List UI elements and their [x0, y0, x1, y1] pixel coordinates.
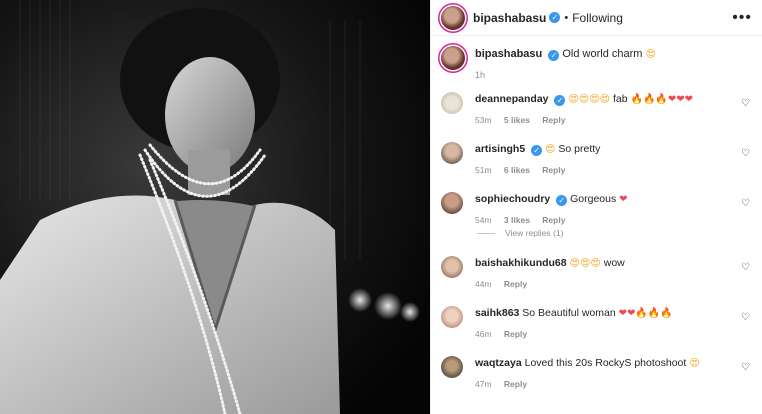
- commenter-avatar[interactable]: [441, 306, 463, 328]
- reply-button[interactable]: Reply: [542, 215, 565, 225]
- comment-time[interactable]: 51m: [475, 165, 492, 175]
- comment-text: So pretty: [558, 143, 601, 155]
- comment-text: wow: [603, 257, 625, 269]
- more-options-icon[interactable]: •••: [732, 9, 752, 27]
- verified-badge-icon: ✓: [549, 12, 561, 23]
- post-caption: bipashabasu ✓ Old world charm 😍 1h: [431, 36, 762, 84]
- comment-body: saihk863 So Beautiful woman ❤❤🔥🔥🔥 46m Re…: [475, 306, 673, 348]
- verified-badge-icon: ✓: [531, 145, 543, 156]
- author-username[interactable]: bipashabasu: [473, 11, 546, 25]
- caption-avatar[interactable]: [441, 46, 465, 70]
- comments-list: deannepanday ✓ 😍😍😍😍 fab 🔥🔥🔥❤❤❤ 53m 5 lik…: [431, 84, 762, 398]
- heart-outline-icon[interactable]: ♡: [741, 148, 750, 159]
- commenter-avatar[interactable]: [441, 192, 463, 214]
- comment-body: waqtzaya Loved this 20s RockyS photoshoo…: [475, 356, 700, 398]
- comment-emoji: 😍😍😍: [569, 258, 601, 269]
- commenter-avatar[interactable]: [441, 92, 463, 114]
- post-photo[interactable]: [0, 0, 430, 414]
- comment-text: Gorgeous: [570, 193, 617, 205]
- commenter-avatar[interactable]: [441, 256, 463, 278]
- comment-emoji: 😍: [689, 358, 700, 369]
- comment-emoji: 🔥🔥🔥❤❤❤: [630, 94, 694, 105]
- comment-body: sophiechoudry ✓ Gorgeous ❤ 54m 3 likes R…: [475, 192, 628, 234]
- comment-item: sophiechoudry ✓ Gorgeous ❤ 54m 3 likes R…: [441, 184, 752, 234]
- post-header: bipashabasu ✓ • Following •••: [431, 0, 762, 36]
- comment-meta: 53m 5 likes Reply: [475, 113, 693, 127]
- caption-username[interactable]: bipashabasu: [475, 48, 542, 60]
- heart-outline-icon[interactable]: ♡: [741, 98, 750, 109]
- comment-item: artisingh5 ✓ 😍 So pretty 51m 6 likes Rep…: [441, 134, 752, 184]
- commenter-avatar[interactable]: [441, 142, 463, 164]
- comment-likes[interactable]: 3 likes: [504, 215, 530, 225]
- comment-body: baishakhikundu68 😍😍😍 wow 44m Reply: [475, 256, 625, 298]
- comment-time[interactable]: 53m: [475, 115, 492, 125]
- comment-username[interactable]: saihk863: [475, 307, 519, 319]
- reply-button[interactable]: Reply: [504, 329, 527, 339]
- comment-emoji: 😍😍😍😍: [568, 94, 611, 105]
- comment-item: deannepanday ✓ 😍😍😍😍 fab 🔥🔥🔥❤❤❤ 53m 5 lik…: [441, 84, 752, 134]
- commenter-avatar[interactable]: [441, 356, 463, 378]
- comment-time[interactable]: 46m: [475, 329, 492, 339]
- comment-item: baishakhikundu68 😍😍😍 wow 44m Reply ♡: [441, 248, 752, 298]
- comment-item: waqtzaya Loved this 20s RockyS photoshoo…: [441, 348, 752, 398]
- reply-button[interactable]: Reply: [504, 379, 527, 389]
- header-separator: •: [564, 11, 569, 24]
- comment-meta: 47m Reply: [475, 377, 700, 391]
- comment-text: Loved this 20s RockyS photoshoot: [524, 357, 687, 369]
- comment-likes[interactable]: 5 likes: [504, 115, 530, 125]
- comment-username[interactable]: deannepanday: [475, 93, 549, 105]
- verified-badge-icon: ✓: [548, 50, 560, 61]
- comment-meta: 54m 3 likes Reply: [475, 213, 628, 227]
- comment-body: artisingh5 ✓ 😍 So pretty 51m 6 likes Rep…: [475, 142, 600, 184]
- comment-likes[interactable]: 6 likes: [504, 165, 530, 175]
- comment-text: So Beautiful woman: [522, 307, 616, 319]
- caption-body: bipashabasu ✓ Old world charm 😍 1h: [475, 46, 656, 84]
- comment-time[interactable]: 44m: [475, 279, 492, 289]
- comment-time[interactable]: 54m: [475, 215, 492, 225]
- heart-outline-icon[interactable]: ♡: [741, 312, 750, 323]
- caption-time[interactable]: 1h: [475, 67, 656, 83]
- caption-text: Old world charm: [562, 48, 643, 60]
- verified-badge-icon: ✓: [554, 95, 566, 106]
- comment-item: saihk863 So Beautiful woman ❤❤🔥🔥🔥 46m Re…: [441, 298, 752, 348]
- reply-button[interactable]: Reply: [504, 279, 527, 289]
- comment-body: deannepanday ✓ 😍😍😍😍 fab 🔥🔥🔥❤❤❤ 53m 5 lik…: [475, 92, 693, 134]
- comment-username[interactable]: baishakhikundu68: [475, 257, 567, 269]
- heart-outline-icon[interactable]: ♡: [741, 262, 750, 273]
- following-button[interactable]: Following: [572, 11, 623, 25]
- comment-meta: 46m Reply: [475, 327, 673, 341]
- comment-emoji: ❤: [619, 194, 628, 205]
- comment-text: fab: [613, 93, 628, 105]
- comment-meta: 51m 6 likes Reply: [475, 163, 600, 177]
- comment-emoji: ❤❤🔥🔥🔥: [618, 308, 673, 319]
- post-details-panel: bipashabasu ✓ • Following ••• bipashabas…: [430, 0, 762, 414]
- verified-badge-icon: ✓: [556, 195, 568, 206]
- caption-emoji: 😍: [645, 49, 656, 60]
- comment-username[interactable]: waqtzaya: [475, 357, 522, 369]
- comment-time[interactable]: 47m: [475, 379, 492, 389]
- post-image: [0, 0, 430, 414]
- heart-outline-icon[interactable]: ♡: [741, 198, 750, 209]
- comment-username[interactable]: sophiechoudry: [475, 193, 550, 205]
- heart-outline-icon[interactable]: ♡: [741, 362, 750, 373]
- post-viewer: bipashabasu ✓ • Following ••• bipashabas…: [0, 0, 762, 414]
- author-avatar[interactable]: [441, 5, 465, 30]
- reply-button[interactable]: Reply: [542, 115, 565, 125]
- comment-emoji: 😍: [545, 144, 556, 155]
- reply-button[interactable]: Reply: [542, 165, 565, 175]
- comment-username[interactable]: artisingh5: [475, 143, 525, 155]
- comment-meta: 44m Reply: [475, 277, 625, 291]
